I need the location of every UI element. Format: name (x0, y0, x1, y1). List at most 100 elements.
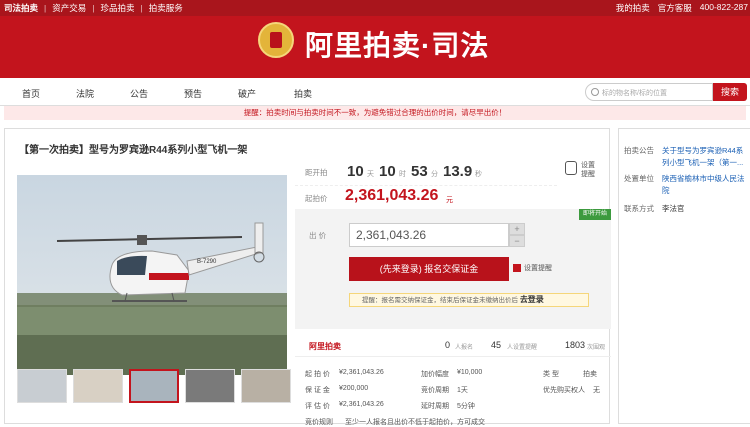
nav-bankruptcy[interactable]: 破产 (238, 87, 256, 100)
detail-label: 类 型 (543, 371, 559, 378)
unit-link[interactable]: 陕西省榆林市中级人民法院 (662, 173, 748, 197)
set-reminder-button[interactable]: 设置提醒 (565, 157, 605, 185)
detail-label: 竞价周期 (421, 387, 449, 394)
bid-input[interactable]: 2,361,043.26 (349, 223, 509, 247)
thumbnail[interactable] (241, 369, 291, 403)
brand-logo[interactable]: 阿里拍卖·司法 (305, 24, 489, 64)
view-count: 1803 (565, 340, 586, 350)
rule-label: 竞价规则 (305, 419, 333, 426)
tip-text: 提醒：报名需交纳保证金，结束后保证金未缴纳出价后 (362, 297, 520, 304)
detail-value: ¥2,361,043.26 (339, 369, 384, 376)
detail-label: 起 拍 价 (305, 371, 330, 378)
nav-court[interactable]: 法院 (76, 87, 94, 100)
price-row: 起拍价 2,361,043.26 元 (295, 185, 557, 207)
login-link[interactable]: 去登录 (520, 295, 544, 304)
increase-bid-button[interactable]: + (509, 223, 525, 235)
remind-label: 设置提醒 (581, 162, 595, 178)
reminder-count-label: 人设置提醒 (507, 345, 538, 351)
status-badge: 即将开始 (579, 209, 611, 220)
helicopter-photo: B-7290 (17, 175, 287, 375)
unit-label: 处置单位 (624, 174, 654, 183)
topbar-link-treasures[interactable]: 珍品拍卖 (100, 2, 134, 14)
countdown-days: 10 (347, 163, 364, 180)
hours-unit: 时 (399, 171, 406, 178)
detail-value: ¥2,361,043.26 (339, 401, 384, 408)
contact-label: 联系方式 (624, 204, 654, 213)
countdown-label: 距开拍 (305, 168, 328, 177)
countdown-hours: 10 (379, 163, 396, 180)
thumbnail-selected[interactable] (129, 369, 179, 403)
item-title: 【第一次拍卖】型号为罗宾逊R44系列小型飞机一架 (19, 145, 248, 156)
main-image[interactable]: B-7290 (17, 175, 287, 375)
register-deposit-button[interactable]: (先来登录) 报名交保证金 (349, 257, 509, 281)
countdown-minutes: 53 (411, 163, 428, 180)
divider: | (92, 3, 95, 13)
reminder-link[interactable]: 设置提醒 (513, 263, 552, 273)
detail-value: 拍卖 (583, 371, 597, 378)
thumbnail-strip (17, 369, 297, 403)
bid-box: 即将开始 出 价 2,361,043.26 + − (先来登录) 报名交保证金 … (295, 209, 611, 329)
warning-banner: 提醒：拍卖时间与拍卖时间不一致，为避免错过合理的出价时间，请尽早出价！ (4, 106, 746, 120)
decrease-bid-button[interactable]: − (509, 235, 525, 247)
reminder-count: 45 (491, 340, 502, 350)
price-unit: 元 (446, 197, 453, 204)
detail-label: 评 估 价 (305, 403, 330, 410)
customer-service-link[interactable]: 官方客服 (658, 2, 692, 14)
minutes-unit: 分 (431, 171, 438, 178)
detail-label: 保 证 金 (305, 387, 330, 394)
days-unit: 天 (367, 171, 374, 178)
signup-count-label: 人报名 (455, 345, 474, 351)
detail-value: ¥200,000 (339, 385, 369, 392)
topbar-link-assets[interactable]: 资产交易 (52, 2, 86, 14)
seconds-unit: 秒 (475, 171, 482, 178)
alarm-clock-icon (565, 161, 577, 175)
header-banner: 阿里拍卖·司法 (0, 16, 750, 78)
search-icon (591, 88, 599, 96)
tip-bar: 提醒：报名需交纳保证金，结束后保证金未缴纳出价后 去登录 (349, 293, 589, 307)
hotline-number: 400-822-287 (699, 2, 748, 12)
item-panel: 【第一次拍卖】型号为罗宾逊R44系列小型飞机一架 B-7290 距开拍 10 天… (4, 128, 611, 426)
nav-auction[interactable]: 拍卖 (294, 87, 312, 100)
topbar-link-service[interactable]: 拍卖服务 (149, 2, 183, 14)
topbar-link-judicial[interactable]: 司法拍卖 (4, 2, 38, 14)
court-emblem-icon (258, 22, 294, 58)
search-placeholder: 标的物名称/标的位置 (602, 90, 667, 97)
bid-label: 出 价 (309, 231, 327, 240)
svg-text:B-7290: B-7290 (197, 259, 217, 265)
search-input[interactable]: 标的物名称/标的位置 (585, 83, 713, 101)
nav-preview[interactable]: 预告 (184, 87, 202, 100)
detail-value: ¥10,000 (457, 369, 483, 376)
search-button[interactable]: 搜索 (713, 83, 747, 101)
thumbnail[interactable] (17, 369, 67, 403)
detail-label: 加价幅度 (421, 371, 449, 378)
reminder-link-label: 设置提醒 (524, 265, 552, 272)
thumbnail[interactable] (185, 369, 235, 403)
detail-value: 5分钟 (457, 403, 475, 410)
detail-label: 延时周期 (421, 403, 449, 410)
notice-link[interactable]: 关于型号为罗宾逊R44系列小型飞机一架（第一... (662, 145, 748, 169)
price-label: 起拍价 (305, 194, 328, 203)
detail-label: 优先购买权人 (543, 387, 585, 394)
countdown-seconds: 13.9 (443, 163, 473, 180)
divider: | (44, 3, 47, 13)
divider: | (140, 3, 143, 13)
notice-label: 拍卖公告 (624, 146, 654, 155)
nav-announcement[interactable]: 公告 (130, 87, 148, 100)
bell-icon (513, 264, 521, 272)
platform-logo: 阿里拍卖 (309, 342, 341, 351)
thumbnail[interactable] (73, 369, 123, 403)
top-bar: 司法拍卖 | 资产交易 | 珍品拍卖 | 拍卖服务 我的拍卖 官方客服 400-… (0, 0, 750, 16)
detail-value: 1天 (457, 387, 468, 394)
rule-value: 至少一人报名且出价不低于起拍价，方可成交 (345, 419, 485, 426)
stats-row: 阿里拍卖 0 人报名 45 人设置提醒 1803 次围观 (295, 335, 611, 357)
countdown: 距开拍 10 天 10 时 53 分 13.9 秒 (295, 157, 557, 185)
main-nav: 首页 法院 公告 预告 破产 拍卖 标的物名称/标的位置 搜索 (0, 78, 750, 106)
my-auction-link[interactable]: 我的拍卖 (616, 2, 650, 14)
starting-price: 2,361,043.26 (345, 187, 439, 204)
signup-count: 0 (445, 340, 451, 350)
nav-home[interactable]: 首页 (22, 87, 40, 100)
side-panel: 拍卖公告 关于型号为罗宾逊R44系列小型飞机一架（第一... 处置单位 陕西省榆… (618, 128, 750, 424)
contact-value: 李法官 (662, 204, 685, 213)
view-count-label: 次围观 (587, 345, 606, 351)
detail-value: 无 (593, 387, 600, 394)
